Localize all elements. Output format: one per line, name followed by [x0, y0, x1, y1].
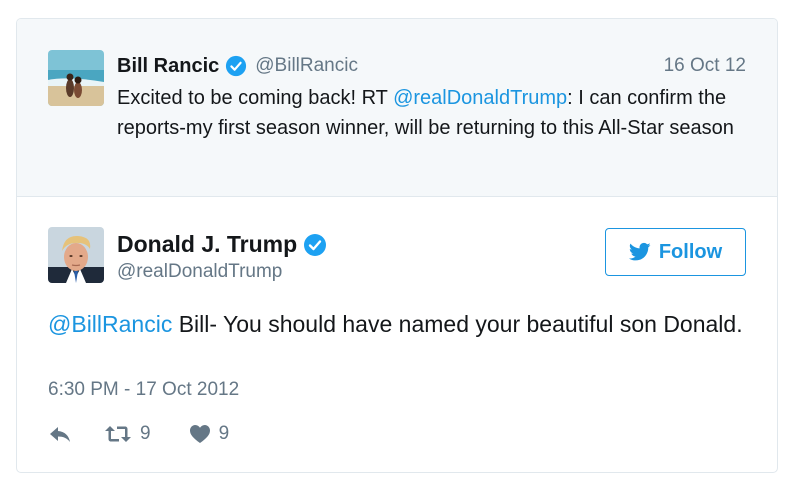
- author-avatar[interactable]: [48, 227, 104, 283]
- like-count: 9: [218, 423, 230, 444]
- tweet-body: Bill- You should have named your beautif…: [172, 311, 743, 337]
- tweet-timestamp[interactable]: 6:30 PM - 17 Oct 2012: [48, 379, 239, 401]
- parent-tweet-text: Excited to be coming back! RT @realDonal…: [117, 83, 757, 143]
- verified-badge-icon: [304, 233, 327, 256]
- twitter-bird-icon: [628, 242, 651, 261]
- author-handle[interactable]: @realDonaldTrump: [117, 261, 327, 283]
- tweet-author: Donald J. Trump @realDonaldTrump: [117, 231, 327, 283]
- follow-button-label: Follow: [658, 240, 723, 263]
- embedded-tweet-card: Bill Rancic @BillRancic 16 Oct 12 Excite…: [16, 18, 778, 473]
- reply-button[interactable]: [48, 424, 72, 444]
- follow-button[interactable]: Follow: [605, 228, 746, 276]
- author-name[interactable]: Donald J. Trump: [117, 231, 297, 258]
- retweet-count: 9: [140, 423, 151, 444]
- retweet-icon: [105, 426, 131, 442]
- parent-tweet[interactable]: Bill Rancic @BillRancic 16 Oct 12 Excite…: [17, 19, 777, 197]
- parent-text-before: Excited to be coming back! RT: [117, 87, 394, 109]
- tweet-text: @BillRancic Bill- You should have named …: [48, 308, 748, 341]
- parent-author-handle[interactable]: @BillRancic: [255, 55, 358, 77]
- parent-mention-link[interactable]: @realDonaldTrump: [393, 87, 567, 109]
- reply-icon: [50, 427, 70, 442]
- heart-icon: [189, 425, 210, 443]
- parent-avatar[interactable]: [48, 50, 104, 106]
- mention-link[interactable]: @BillRancic: [48, 311, 172, 337]
- retweet-button[interactable]: 9: [104, 423, 151, 445]
- tweet-actions: 9 9: [48, 423, 229, 445]
- parent-tweet-date[interactable]: 16 Oct 12: [664, 55, 746, 77]
- like-button[interactable]: 9: [189, 423, 230, 445]
- parent-author-name[interactable]: Bill Rancic: [117, 55, 219, 78]
- verified-badge-icon: [226, 55, 247, 77]
